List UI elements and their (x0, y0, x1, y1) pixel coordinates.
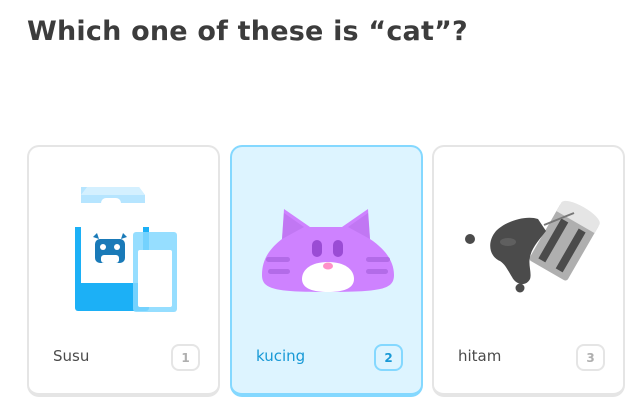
cat-icon (262, 209, 394, 292)
choice-key-badge: 2 (374, 344, 403, 371)
choice-label: Susu (53, 347, 90, 365)
milk-icon (75, 187, 177, 312)
choice-card-susu[interactable]: Susu 1 (27, 145, 220, 397)
black-paint-icon (465, 200, 600, 293)
choice-key-badge: 3 (576, 344, 605, 371)
question-title: Which one of these is “cat”? (27, 16, 468, 47)
choice-card-kucing[interactable]: kucing 2 (230, 145, 423, 397)
choice-key-badge: 1 (171, 344, 200, 371)
choice-label: kucing (256, 347, 306, 365)
choice-label: hitam (458, 347, 502, 365)
choice-card-hitam[interactable]: hitam 3 (432, 145, 625, 397)
